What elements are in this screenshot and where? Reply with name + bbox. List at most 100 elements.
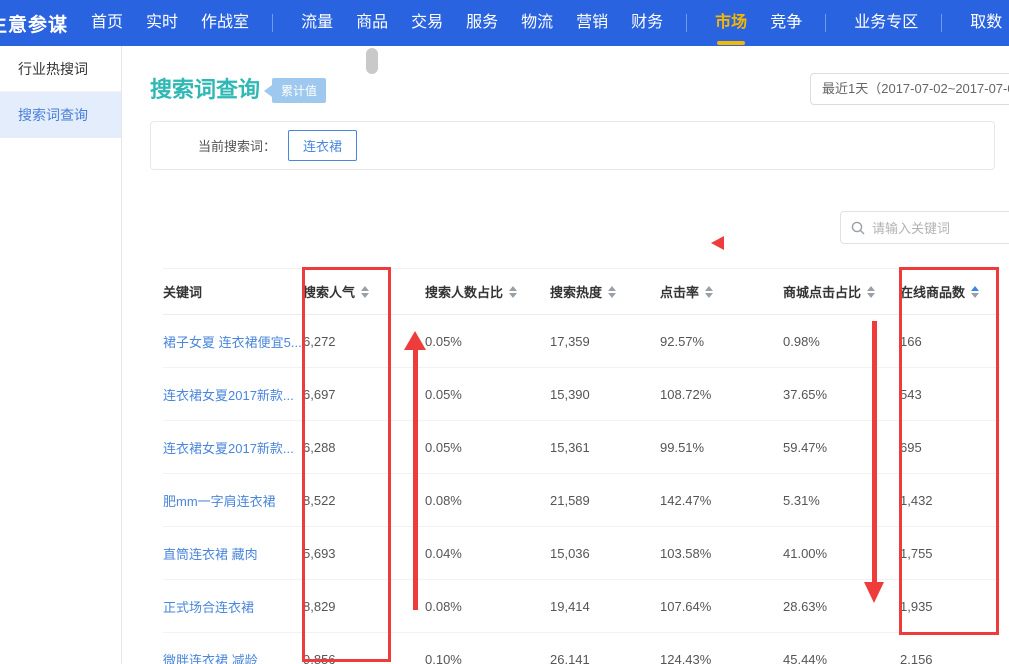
cell-searcher-ratio: 0.08%	[425, 599, 550, 614]
table-body: 裙子女夏 连衣裙便宜5...6,2720.05%17,35992.57%0.98…	[163, 315, 1000, 664]
cell-online-products: 1,432	[900, 493, 1000, 508]
col-header-ctr: 点击率	[660, 282, 783, 301]
nav-item-market[interactable]: 市场	[715, 0, 747, 46]
cell-ctr: 124.43%	[660, 652, 783, 664]
col-label: 搜索人气	[303, 282, 355, 301]
current-search-box: 当前搜索词： 连衣裙	[150, 121, 995, 170]
table-row: 裙子女夏 连衣裙便宜5...6,2720.05%17,35992.57%0.98…	[163, 315, 1000, 368]
keyword-link[interactable]: 裙子女夏 连衣裙便宜5...	[163, 332, 303, 351]
col-header-search-heat: 搜索热度	[550, 282, 660, 301]
sort-icon[interactable]	[867, 286, 875, 298]
table-row: 连衣裙女夏2017新款...6,2880.05%15,36199.51%59.4…	[163, 421, 1000, 474]
sort-icon[interactable]	[509, 286, 517, 298]
cell-searcher-ratio: 0.05%	[425, 334, 550, 349]
nav-item-home[interactable]: 首页	[91, 0, 123, 46]
cell-mall-click-ratio: 45.44%	[783, 652, 900, 664]
nav-item-logistics[interactable]: 物流	[521, 0, 553, 46]
cell-search-popularity: 6,697	[303, 387, 425, 402]
cell-ctr: 108.72%	[660, 387, 783, 402]
keyword-link[interactable]: 直筒连衣裙 藏肉	[163, 544, 303, 563]
keyword-link[interactable]: 微胖连衣裙 减龄	[163, 650, 303, 664]
cell-search-popularity: 8,522	[303, 493, 425, 508]
keyword-search-input[interactable]: 请输入关键词	[840, 211, 1009, 244]
nav-item-data-extract[interactable]: 取数	[970, 0, 1002, 46]
table-header: 关键词 搜索人气 搜索人数占比 搜索热度 点击率 商城点击占比	[163, 268, 1000, 315]
badge-label: 累计值	[272, 78, 326, 103]
sidebar: 行业热搜词 搜索词查询	[0, 46, 122, 664]
search-icon	[851, 221, 865, 235]
keyword-table: 关键词 搜索人气 搜索人数占比 搜索热度 点击率 商城点击占比	[163, 268, 1000, 664]
cell-ctr: 99.51%	[660, 440, 783, 455]
keyword-link[interactable]: 连衣裙女夏2017新款...	[163, 438, 303, 457]
keyword-link[interactable]: 正式场合连衣裙	[163, 597, 303, 616]
keyword-link[interactable]: 连衣裙女夏2017新款...	[163, 385, 303, 404]
scrollbar-thumb[interactable]	[366, 48, 378, 74]
col-header-online-products: 在线商品数	[900, 282, 1000, 301]
col-label: 在线商品数	[900, 282, 965, 301]
cell-search-heat: 21,589	[550, 493, 660, 508]
current-search-label: 当前搜索词：	[198, 136, 276, 155]
nav-item-trade[interactable]: 交易	[411, 0, 443, 46]
table-row: 连衣裙女夏2017新款...6,6970.05%15,390108.72%37.…	[163, 368, 1000, 421]
cell-search-popularity: 5,693	[303, 546, 425, 561]
nav-item-traffic[interactable]: 流量	[301, 0, 333, 46]
cell-search-heat: 17,359	[550, 334, 660, 349]
date-range-picker[interactable]: 最近1天（2017-07-02~2017-07-02	[810, 73, 1009, 105]
cell-ctr: 142.47%	[660, 493, 783, 508]
app-logo[interactable]: 生意参谋	[0, 10, 68, 37]
cell-mall-click-ratio: 41.00%	[783, 546, 900, 561]
nav-item-competition[interactable]: 竞争	[770, 0, 802, 46]
cell-search-heat: 19,414	[550, 599, 660, 614]
table-row: 正式场合连衣裙8,8290.08%19,414107.64%28.63%1,93…	[163, 580, 1000, 633]
col-label: 点击率	[660, 282, 699, 301]
col-label: 搜索热度	[550, 282, 602, 301]
cell-search-popularity: 9,856	[303, 652, 425, 664]
cell-search-heat: 26,141	[550, 652, 660, 664]
cell-mall-click-ratio: 37.65%	[783, 387, 900, 402]
page-title: 搜索词查询	[150, 72, 260, 104]
cell-search-heat: 15,036	[550, 546, 660, 561]
cell-search-heat: 15,361	[550, 440, 660, 455]
cell-online-products: 166	[900, 334, 1000, 349]
cell-searcher-ratio: 0.04%	[425, 546, 550, 561]
col-header-searcher-ratio: 搜索人数占比	[425, 282, 550, 301]
nav-item-realtime[interactable]: 实时	[146, 0, 178, 46]
cell-searcher-ratio: 0.10%	[425, 652, 550, 664]
nav-item-war-room[interactable]: 作战室	[201, 0, 249, 46]
annotation-arrow-left-icon	[711, 236, 724, 250]
search-placeholder: 请输入关键词	[872, 218, 950, 237]
cell-online-products: 543	[900, 387, 1000, 402]
keyword-link[interactable]: 肥mm一字肩连衣裙	[163, 491, 303, 510]
cell-search-popularity: 6,272	[303, 334, 425, 349]
nav-item-business-zone[interactable]: 业务专区	[854, 0, 918, 46]
col-header-search-popularity: 搜索人气	[303, 282, 425, 301]
nav-item-goods[interactable]: 商品	[356, 0, 388, 46]
sort-icon-active[interactable]	[971, 286, 979, 298]
nav-divider	[825, 14, 826, 32]
current-keyword-tag[interactable]: 连衣裙	[288, 130, 357, 161]
cell-search-heat: 15,390	[550, 387, 660, 402]
sort-icon[interactable]	[608, 286, 616, 298]
cell-online-products: 1,935	[900, 599, 1000, 614]
sidebar-item-search-word-query[interactable]: 搜索词查询	[0, 92, 121, 138]
sort-icon[interactable]	[361, 286, 369, 298]
col-label: 关键词	[163, 282, 202, 301]
table-row: 直筒连衣裙 藏肉5,6930.04%15,036103.58%41.00%1,7…	[163, 527, 1000, 580]
cell-searcher-ratio: 0.05%	[425, 440, 550, 455]
cell-searcher-ratio: 0.08%	[425, 493, 550, 508]
cell-search-popularity: 6,288	[303, 440, 425, 455]
nav-item-marketing[interactable]: 营销	[576, 0, 608, 46]
cumulative-badge: 累计值	[264, 78, 326, 103]
nav-item-finance[interactable]: 财务	[631, 0, 663, 46]
table-row: 肥mm一字肩连衣裙8,5220.08%21,589142.47%5.31%1,4…	[163, 474, 1000, 527]
cell-mall-click-ratio: 59.47%	[783, 440, 900, 455]
nav-item-service[interactable]: 服务	[466, 0, 498, 46]
sort-icon[interactable]	[705, 286, 713, 298]
badge-arrow-icon	[264, 85, 272, 97]
col-label: 搜索人数占比	[425, 282, 503, 301]
nav-divider	[686, 14, 687, 32]
col-header-mall-click-ratio: 商城点击占比	[783, 282, 900, 301]
sidebar-item-hot-search-words[interactable]: 行业热搜词	[0, 46, 121, 92]
top-nav: 生意参谋 首页 实时 作战室 流量 商品 交易 服务 物流 营销 财务 市场 竞…	[0, 0, 1009, 46]
screen: 生意参谋 首页 实时 作战室 流量 商品 交易 服务 物流 营销 财务 市场 竞…	[0, 0, 1009, 664]
